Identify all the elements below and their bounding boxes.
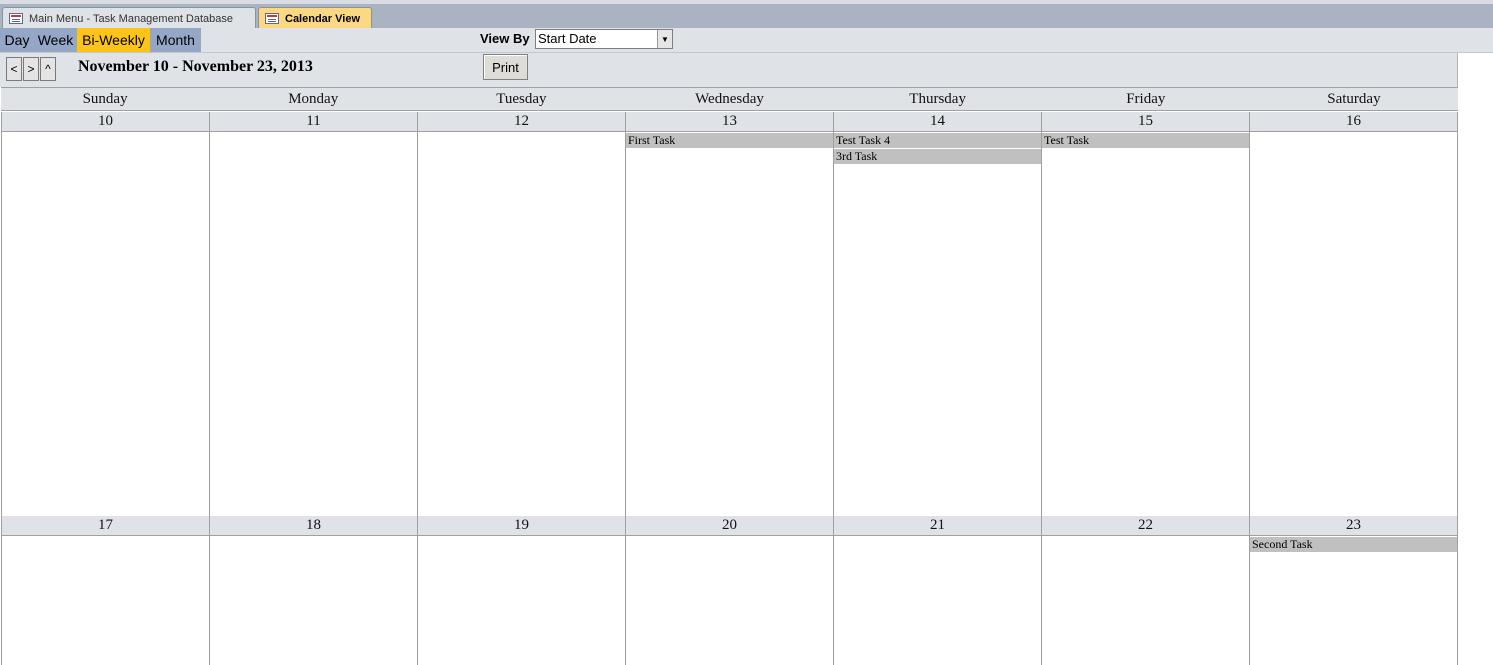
view-by-label: View By xyxy=(480,31,530,46)
day-number: 11 xyxy=(210,112,417,132)
print-button[interactable]: Print xyxy=(483,54,528,80)
day-number: 15 xyxy=(1042,112,1249,132)
day-number: 17 xyxy=(2,516,209,536)
day-number: 20 xyxy=(626,516,833,536)
day-view-button[interactable]: Day xyxy=(0,28,34,52)
day-cell[interactable]: 21 xyxy=(834,516,1042,665)
tab-label: Main Menu - Task Management Database xyxy=(29,12,234,25)
chevron-down-icon[interactable]: ▼ xyxy=(657,30,672,48)
weekday-saturday: Saturday xyxy=(1327,90,1381,107)
day-cell[interactable]: 20 xyxy=(626,516,834,665)
day-cell[interactable]: 12 xyxy=(418,112,626,516)
weekday-monday: Monday xyxy=(288,90,339,107)
go-up-button[interactable]: ^ xyxy=(40,57,56,81)
task-item[interactable]: First Task xyxy=(626,133,833,148)
day-number: 22 xyxy=(1042,516,1249,536)
month-view-button[interactable]: Month xyxy=(150,28,201,52)
day-number: 23 xyxy=(1250,516,1457,536)
day-cell[interactable]: 23 Second Task xyxy=(1250,516,1458,665)
weekday-sunday: Sunday xyxy=(82,90,128,107)
view-by-dropdown[interactable]: Start Date ▼ xyxy=(535,29,673,49)
document-tab-strip: Main Menu - Task Management Database Cal… xyxy=(0,0,1493,29)
week-view-button[interactable]: Week xyxy=(34,28,77,52)
day-number: 10 xyxy=(2,112,209,132)
day-number: 14 xyxy=(834,112,1041,132)
view-by-value: Start Date xyxy=(538,31,597,46)
weekday-friday: Friday xyxy=(1126,90,1166,107)
day-number: 21 xyxy=(834,516,1041,536)
day-cell[interactable]: 18 xyxy=(210,516,418,665)
day-cell[interactable]: 22 xyxy=(1042,516,1250,665)
weekday-wednesday: Wednesday xyxy=(695,90,764,107)
tab-calendar-view[interactable]: Calendar View xyxy=(258,7,372,29)
task-item[interactable]: Test Task xyxy=(1042,133,1249,148)
weekday-tuesday: Tuesday xyxy=(496,90,547,107)
day-number: 13 xyxy=(626,112,833,132)
day-cell[interactable]: 16 xyxy=(1250,112,1458,516)
day-number: 16 xyxy=(1250,112,1457,132)
day-number: 18 xyxy=(210,516,417,536)
task-item[interactable]: 3rd Task xyxy=(834,149,1041,164)
tab-main-menu[interactable]: Main Menu - Task Management Database xyxy=(2,7,256,29)
view-toolbar: Day Week Bi-Weekly Month View By Start D… xyxy=(0,28,1493,53)
day-cell[interactable]: 15 Test Task xyxy=(1042,112,1250,516)
bi-weekly-view-button[interactable]: Bi-Weekly xyxy=(77,28,150,52)
day-cell[interactable]: 11 xyxy=(210,112,418,516)
weekday-header: Sunday Monday Tuesday Wednesday Thursday… xyxy=(1,87,1458,111)
day-cell[interactable]: 17 xyxy=(1,516,210,665)
day-cell[interactable]: 19 xyxy=(418,516,626,665)
calendar-week-1: 10 11 12 13 First Task 14 Test Task 4 3r… xyxy=(1,112,1458,516)
task-item[interactable]: Second Task xyxy=(1250,537,1457,552)
calendar-week-2: 17 18 19 20 21 22 23 Second Task xyxy=(1,516,1458,665)
tab-label: Calendar View xyxy=(285,12,360,25)
day-number: 12 xyxy=(418,112,625,132)
day-number: 19 xyxy=(418,516,625,536)
day-cell[interactable]: 14 Test Task 4 3rd Task xyxy=(834,112,1042,516)
next-period-button[interactable]: > xyxy=(23,57,39,81)
form-icon xyxy=(9,13,23,24)
day-cell[interactable]: 13 First Task xyxy=(626,112,834,516)
day-cell[interactable]: 10 xyxy=(1,112,210,516)
navigation-bar: < > ^ November 10 - November 23, 2013 Pr… xyxy=(0,53,1458,87)
previous-period-button[interactable]: < xyxy=(6,57,22,81)
date-range-title: November 10 - November 23, 2013 xyxy=(78,58,313,75)
task-item[interactable]: Test Task 4 xyxy=(834,133,1041,148)
weekday-thursday: Thursday xyxy=(909,90,966,107)
form-icon xyxy=(265,13,279,24)
